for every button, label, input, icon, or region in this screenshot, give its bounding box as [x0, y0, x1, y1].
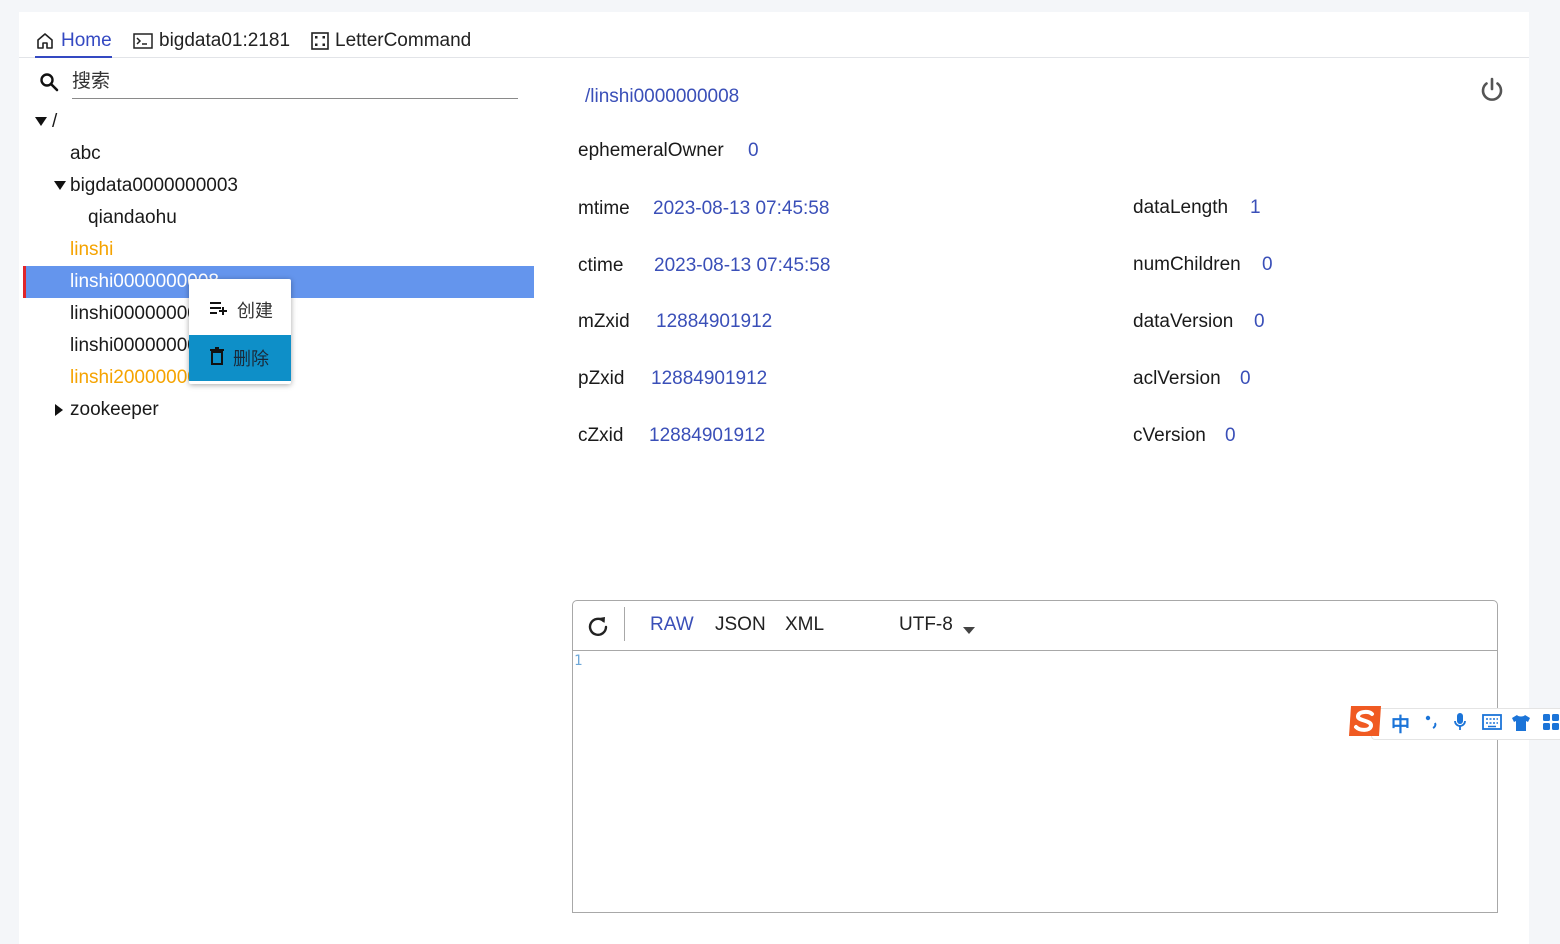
stat-value: 12884901912: [651, 368, 768, 389]
tab-letter-command[interactable]: LetterCommand: [311, 26, 471, 56]
stat-label: ctime: [578, 255, 624, 276]
stat-value: 0: [1254, 311, 1265, 332]
stat-ctime: ctime 2023-08-13 07:45:58: [578, 255, 830, 277]
power-icon[interactable]: [1478, 76, 1506, 109]
stat-label: ephemeralOwner: [578, 140, 724, 161]
tab-connection[interactable]: bigdata01:2181: [133, 26, 290, 56]
tree-node[interactable]: linshi: [70, 234, 113, 266]
tree-node-label: /: [52, 111, 58, 132]
stat-mzxid: mZxid 12884901912: [578, 311, 772, 333]
trash-icon: [209, 346, 225, 370]
stat-value: 1: [1250, 197, 1261, 218]
stat-label: dataLength: [1133, 197, 1229, 218]
stat-c-version: cVersion 0: [1133, 425, 1236, 447]
tree-node[interactable]: abc: [70, 138, 101, 170]
node-path-link[interactable]: /linshi0000000008: [585, 86, 739, 108]
tree-node-label: qiandaohu: [88, 207, 177, 228]
tree-node[interactable]: qiandaohu: [88, 202, 177, 234]
caret-down-icon[interactable]: [35, 117, 47, 127]
stat-value: 0: [1262, 254, 1273, 275]
stat-pzxid: pZxid 12884901912: [578, 368, 767, 390]
ime-mode[interactable]: 中: [1391, 710, 1410, 737]
delete-node-menu-item[interactable]: 删除: [189, 335, 291, 381]
encoding-select[interactable]: UTF-8: [899, 614, 953, 636]
stat-value: 12884901912: [656, 311, 773, 332]
stat-label: numChildren: [1133, 254, 1241, 275]
stat-label: aclVersion: [1133, 368, 1221, 389]
tab-home[interactable]: Home: [35, 26, 112, 58]
playlist-add-icon: [209, 300, 229, 321]
stat-num-children: numChildren 0: [1133, 254, 1273, 276]
home-icon: [35, 31, 55, 51]
stat-label: mZxid: [578, 311, 630, 332]
stat-data-length: dataLength 1: [1133, 197, 1261, 219]
ime-toolbar: 中: [1345, 702, 1560, 740]
toolbox-grid-icon[interactable]: [1543, 714, 1560, 736]
stat-value: 2023-08-13 07:45:58: [654, 255, 831, 276]
punctuation-icon[interactable]: [1425, 714, 1439, 735]
stat-value: 2023-08-13 07:45:58: [653, 198, 830, 219]
app-window: Home bigdata01:2181 LetterCommand / abc: [19, 12, 1529, 944]
tab-bar: Home bigdata01:2181 LetterCommand: [19, 12, 1529, 58]
stat-label: pZxid: [578, 368, 625, 389]
create-node-menu-item[interactable]: 创建: [189, 287, 291, 333]
caret-down-icon[interactable]: [54, 181, 66, 191]
stat-czxid: cZxid 12884901912: [578, 425, 765, 447]
delete-label: 删除: [233, 349, 269, 369]
skin-shirt-icon[interactable]: [1511, 714, 1531, 737]
refresh-icon[interactable]: [586, 614, 610, 643]
sogou-logo-icon[interactable]: [1345, 702, 1385, 740]
context-menu: 创建 删除: [189, 279, 291, 384]
search-box: [39, 66, 518, 100]
format-xml-button[interactable]: XML: [785, 614, 824, 636]
keyboard-icon[interactable]: [1482, 714, 1502, 735]
caret-right-icon[interactable]: [55, 404, 64, 416]
microphone-icon[interactable]: [1453, 712, 1467, 737]
stat-label: cVersion: [1133, 425, 1206, 446]
editor-toolbar: RAW JSON XML UTF-8: [573, 601, 1497, 651]
line-number: 1: [574, 653, 583, 669]
stat-mtime: mtime 2023-08-13 07:45:58: [578, 198, 829, 220]
toolbar-divider: [624, 607, 625, 641]
tab-home-label: Home: [61, 30, 112, 51]
terminal-icon: [133, 32, 153, 50]
stat-label: cZxid: [578, 425, 624, 446]
search-icon: [39, 72, 59, 97]
stat-value: 0: [748, 140, 759, 161]
stat-data-version: dataVersion 0: [1133, 311, 1265, 333]
tab-letter-command-label: LetterCommand: [335, 30, 472, 51]
tree-node-label: zookeeper: [70, 399, 159, 420]
stat-label: dataVersion: [1133, 311, 1234, 332]
data-editor: RAW JSON XML UTF-8 1: [572, 600, 1498, 913]
format-json-button[interactable]: JSON: [715, 614, 766, 636]
tree-node-label: bigdata0000000003: [70, 175, 239, 196]
search-input[interactable]: [72, 66, 518, 99]
stat-value: 0: [1240, 368, 1251, 389]
stat-value: 12884901912: [649, 425, 766, 446]
tree-node-label: linshi: [70, 239, 114, 260]
stat-ephemeral-owner: ephemeralOwner 0: [578, 140, 759, 162]
create-label: 创建: [237, 301, 273, 321]
command-icon: [311, 32, 329, 50]
tree-node-label: abc: [70, 143, 101, 164]
format-raw-button[interactable]: RAW: [650, 614, 694, 636]
tab-connection-label: bigdata01:2181: [159, 30, 291, 51]
stat-value: 0: [1225, 425, 1236, 446]
chevron-down-icon[interactable]: [963, 622, 975, 640]
stat-label: mtime: [578, 198, 630, 219]
stat-acl-version: aclVersion 0: [1133, 368, 1251, 390]
